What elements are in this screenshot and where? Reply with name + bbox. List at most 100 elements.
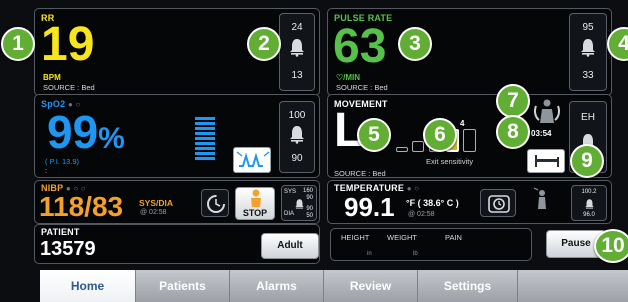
temperature-time: @ 02:58 (408, 211, 435, 218)
bell-icon (295, 199, 304, 209)
bell-icon (581, 39, 595, 57)
manual-parameters-panel[interactable]: HEIGHT WEIGHT PAIN in lb (330, 228, 532, 261)
spo2-pi: ( P.I. 13.9) (45, 157, 80, 166)
temperature-alarm-low: 96.0 (583, 212, 595, 218)
signal-segment (195, 132, 215, 135)
callout-marker-3: 3 (398, 27, 432, 61)
callout-marker-9: 9 (570, 144, 604, 178)
callout-marker-10: 10 (594, 229, 628, 263)
tab-settings[interactable]: Settings (418, 270, 518, 302)
rr-alarm-low: 13 (291, 70, 303, 81)
pulse-value: 63 (333, 20, 387, 73)
tab-filler (518, 270, 628, 302)
sys-limit-high: 160 (302, 188, 313, 194)
nibp-time: @ 02:58 (140, 209, 167, 216)
thermometer-clock-icon (488, 195, 510, 213)
adult-button[interactable]: Adult (261, 233, 319, 259)
patient-panel[interactable]: PATIENT 13579 Adult (34, 224, 320, 264)
bed-mode-button[interactable] (527, 149, 565, 173)
signal-segment (195, 147, 215, 150)
weight-unit: lb (413, 251, 418, 257)
patient-icon (251, 189, 261, 207)
movement-alarm-label: EH (581, 112, 595, 123)
temperature-panel[interactable]: TEMPERATURE ● ○ 99.1 °F ( 38.6° C ) @ 02… (327, 180, 612, 224)
tab-home[interactable]: Home (40, 270, 136, 302)
tab-bar: Home Patients Alarms Review Settings (0, 266, 628, 302)
pleth-waveform-icon (236, 151, 270, 167)
movement-source: SOURCE : Bed (334, 169, 386, 178)
exit-sensitivity-label: Exit sensitivity (426, 157, 474, 166)
pulse-alarm-low: 33 (582, 70, 594, 81)
rr-alarm-limits[interactable]: 24 13 (279, 13, 315, 91)
turn-timer: 03:54 (531, 129, 552, 138)
sensitivity-level-1[interactable] (396, 147, 408, 152)
nibp-unit: SYS/DIA (139, 198, 174, 208)
signal-segment (195, 157, 215, 160)
temperature-value: 99.1 (344, 192, 395, 222)
monitor-screen: RR 19 BPM SOURCE : Bed 24 13 PULSE RATE … (0, 0, 628, 302)
height-unit: in (367, 251, 372, 257)
temperature-mode-button[interactable] (480, 189, 516, 217)
interval-timer-icon (207, 195, 225, 213)
spo2-number: 99 (47, 106, 99, 158)
temperature-site-icon (533, 187, 546, 209)
nibp-alarm-limits[interactable]: SYS 160 90 DIA 90 50 (281, 185, 317, 221)
signal-segment (195, 117, 215, 120)
pulse-source: SOURCE : Bed (336, 83, 388, 92)
spo2-signal-bar (195, 117, 215, 165)
dia-limit-low: 50 (306, 213, 313, 219)
sensitivity-value: 4 (460, 119, 465, 128)
nibp-stop-button[interactable]: STOP (235, 187, 275, 220)
stop-label: STOP (242, 208, 268, 218)
weight-label: WEIGHT (387, 233, 417, 242)
patient-label: PATIENT (41, 227, 80, 237)
temperature-unit: °F ( 38.6° C ) (406, 198, 459, 208)
bell-icon (290, 126, 304, 144)
sys-label: SYS (284, 189, 297, 195)
sys-limit-low: 90 (306, 195, 313, 201)
rr-source: SOURCE : Bed (43, 83, 95, 92)
spo2-alarm-high: 100 (288, 110, 306, 121)
pulse-alarm-limits[interactable]: 95 33 (569, 13, 607, 91)
patient-turn-icon[interactable] (532, 97, 562, 125)
status-dots-icon: ● ○ (406, 184, 420, 193)
spo2-alarm-low: 90 (291, 153, 303, 164)
dia-label: DIA (284, 211, 295, 217)
callout-marker-6: 6 (423, 118, 457, 152)
signal-segment (195, 152, 215, 155)
signal-segment (195, 137, 215, 140)
callout-marker-8: 8 (496, 115, 530, 149)
rr-value: 19 (41, 18, 95, 71)
callout-marker-1: 1 (1, 27, 35, 61)
spo2-alarm-limits[interactable]: 100 90 (279, 101, 315, 173)
rr-alarm-high: 24 (291, 22, 303, 33)
height-label: HEIGHT (341, 233, 370, 242)
temperature-alarm-high: 100.2 (581, 189, 597, 195)
rr-unit: BPM (43, 73, 61, 82)
nibp-panel[interactable]: NIBP ● ○ ○ 118/83 SYS/DIA @ 02:58 STOP S… (34, 180, 320, 224)
spo2-panel[interactable]: SpO2 ● ○ 99% ( P.I. 13.9) : 100 90 (34, 94, 320, 178)
callout-marker-2: 2 (247, 27, 281, 61)
signal-segment (195, 142, 215, 145)
signal-segment (195, 122, 215, 125)
callout-marker-7: 7 (496, 84, 530, 118)
pulse-alarm-high: 95 (582, 22, 594, 33)
tab-review[interactable]: Review (324, 270, 418, 302)
signal-segment (195, 127, 215, 130)
pulse-unit: ♡/MIN (336, 73, 361, 82)
tab-patients[interactable]: Patients (136, 270, 230, 302)
bell-icon (290, 39, 304, 57)
bell-icon (585, 199, 594, 209)
pulse-panel[interactable]: PULSE RATE 63 ♡/MIN SOURCE : Bed 95 33 (327, 8, 612, 96)
sensitivity-level-2[interactable] (412, 141, 424, 152)
tab-alarms[interactable]: Alarms (230, 270, 324, 302)
nibp-interval-button[interactable] (201, 189, 229, 217)
bed-icon (535, 155, 559, 167)
sensitivity-level-5[interactable] (463, 129, 476, 152)
spo2-unit: % (98, 122, 125, 155)
spo2-colon: : (45, 166, 48, 175)
temperature-alarm-limits[interactable]: 100.2 96.0 (571, 185, 607, 221)
dia-limit-high: 90 (306, 206, 313, 212)
pain-label: PAIN (445, 233, 462, 242)
waveform-button[interactable] (233, 147, 271, 173)
